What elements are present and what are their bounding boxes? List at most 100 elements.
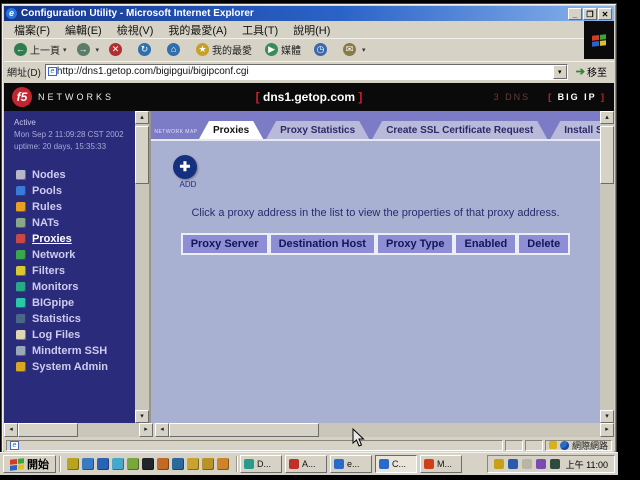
sidebar-item[interactable]: Nodes (4, 167, 149, 183)
sidebar-item[interactable]: Network (4, 247, 149, 263)
start-button[interactable]: 開始 (3, 455, 56, 473)
scrollbar-thumb[interactable] (169, 423, 319, 437)
toolbar-button[interactable]: ✉ ▾ (339, 41, 370, 58)
sidebar-vertical-scrollbar[interactable]: ▴ ▾ (135, 111, 149, 423)
window-title: Configuration Utility - Microsoft Intern… (21, 8, 568, 19)
sidebar-item[interactable]: System Admin (4, 359, 149, 375)
tray-icon[interactable] (494, 459, 504, 469)
scroll-left-icon[interactable]: ◂ (155, 423, 169, 437)
go-button[interactable]: ➔ 移至 (572, 63, 611, 80)
title-bar[interactable]: e Configuration Utility - Microsoft Inte… (4, 6, 614, 21)
taskbar-window-button[interactable]: C... (375, 455, 417, 473)
sidebar-item-icon (16, 218, 26, 228)
proxy-table-header-row: Proxy ServerDestination HostProxy TypeEn… (151, 233, 600, 255)
tab[interactable]: Proxy Statistics (266, 121, 369, 139)
start-label: 開始 (27, 456, 49, 472)
scroll-right-icon[interactable]: ▸ (139, 423, 153, 437)
scroll-right-icon[interactable]: ▸ (600, 423, 614, 437)
tab[interactable]: Create SSL Certificate Request (372, 121, 547, 139)
quick-launch-icon[interactable] (142, 458, 154, 470)
sidebar-item[interactable]: BIGpipe (4, 295, 149, 311)
quick-launch-icon[interactable] (67, 458, 79, 470)
toolbar-button[interactable]: ▶ 媒體 (261, 40, 308, 59)
tab[interactable]: Proxies (199, 121, 263, 139)
table-column-header: Proxy Type (376, 233, 455, 255)
menu-item[interactable]: 工具(T) (242, 22, 278, 38)
scroll-left-icon[interactable]: ◂ (4, 423, 18, 437)
quick-launch-icon[interactable] (82, 458, 94, 470)
scroll-down-icon[interactable]: ▾ (600, 410, 614, 423)
tray-icon[interactable] (522, 459, 532, 469)
sidebar-item[interactable]: Proxies (4, 231, 149, 247)
quick-launch-icon[interactable] (97, 458, 109, 470)
minimize-button[interactable]: _ (568, 8, 582, 20)
scroll-up-icon[interactable]: ▴ (135, 111, 149, 124)
quick-launch-icon[interactable] (127, 458, 139, 470)
security-zone-pane: 網際網路 (545, 440, 612, 451)
maximize-button[interactable]: ❐ (583, 8, 597, 20)
taskbar-clock: 上午 11:00 (566, 458, 608, 471)
main-vertical-scrollbar[interactable]: ▴ ▾ (600, 111, 614, 423)
quick-launch-icon[interactable] (157, 458, 169, 470)
tray-icon[interactable] (508, 459, 518, 469)
taskbar-window-button[interactable]: e... (330, 455, 372, 473)
tray-icon[interactable] (536, 459, 546, 469)
close-button[interactable]: ✕ (598, 8, 612, 20)
address-dropdown-button[interactable]: ▾ (553, 65, 567, 79)
tray-icon[interactable] (550, 459, 560, 469)
scrollbar-thumb[interactable] (18, 423, 78, 437)
sidebar-item[interactable]: Log Files (4, 327, 149, 343)
toolbar-button[interactable]: ↻ (134, 41, 161, 58)
menu-item[interactable]: 我的最愛(A) (168, 22, 227, 38)
add-icon[interactable]: ✚ (173, 155, 197, 179)
quick-launch-icon[interactable] (187, 458, 199, 470)
quick-launch-icon[interactable] (112, 458, 124, 470)
hostname-text: dns1.getop.com (263, 90, 355, 104)
tab-bar: NETWORK MAP ProxiesProxy StatisticsCreat… (151, 111, 614, 141)
sidebar-item[interactable]: Filters (4, 263, 149, 279)
sidebar-item[interactable]: Rules (4, 199, 149, 215)
scrollbar-thumb[interactable] (135, 126, 149, 184)
toolbar-button[interactable]: → ▾ (73, 41, 104, 58)
add-proxy-button[interactable]: ✚ ADD (173, 155, 203, 189)
toolbar-button-label: 媒體 (281, 42, 301, 57)
toolbar-button[interactable]: ⌂ (163, 41, 190, 58)
scroll-up-icon[interactable]: ▴ (600, 111, 614, 124)
network-map-link[interactable]: NETWORK MAP (153, 120, 199, 139)
sidebar-item[interactable]: NATs (4, 215, 149, 231)
menu-item[interactable]: 檔案(F) (14, 22, 50, 38)
toolbar-button[interactable]: ✕ (105, 41, 132, 58)
taskbar-window-button[interactable]: D... (240, 455, 282, 473)
toolbar-button[interactable]: ◷ (310, 41, 337, 58)
menu-item[interactable]: 檢視(V) (117, 22, 154, 38)
sidebar-item-icon (16, 282, 26, 292)
sidebar-item[interactable]: Statistics (4, 311, 149, 327)
sidebar-item[interactable]: Pools (4, 183, 149, 199)
quick-launch-icon[interactable] (217, 458, 229, 470)
instruction-text: Click a proxy address in the list to vie… (151, 207, 600, 219)
taskbar-window-button[interactable]: M... (420, 455, 462, 473)
scroll-down-icon[interactable]: ▾ (135, 410, 149, 423)
quick-launch-icon[interactable] (172, 458, 184, 470)
main-horizontal-scrollbar[interactable]: ◂ ▸ (155, 423, 614, 437)
network-map-label: NETWORK MAP (154, 129, 197, 135)
task-window-icon (379, 459, 389, 469)
address-input[interactable] (57, 65, 553, 78)
system-status: Active Mon Sep 2 11:09:28 CST 2002 uptim… (4, 111, 149, 153)
toolbar-button[interactable]: ★ 我的最愛 (192, 40, 259, 59)
quick-launch-icon[interactable] (202, 458, 214, 470)
sidebar-item[interactable]: Monitors (4, 279, 149, 295)
sidebar-horizontal-scrollbar[interactable]: ◂ ▸ (4, 423, 153, 437)
toolbar-button[interactable]: ← 上一頁 ▾ (10, 40, 71, 59)
task-window-icon (424, 459, 434, 469)
address-input-box: e ▾ (45, 64, 568, 80)
bracket-open: [ (256, 90, 260, 104)
taskbar-window-button[interactable]: A... (285, 455, 327, 473)
menu-item[interactable]: 說明(H) (293, 22, 330, 38)
scrollbar-thumb[interactable] (600, 126, 614, 184)
menu-item[interactable]: 編輯(E) (65, 22, 102, 38)
sidebar-item[interactable]: Mindterm SSH (4, 343, 149, 359)
toolbar-button-label: 上一頁 (30, 42, 60, 57)
address-bar: 網址(D) e ▾ ➔ 移至 (4, 61, 614, 81)
system-tray: 上午 11:00 (487, 455, 615, 473)
